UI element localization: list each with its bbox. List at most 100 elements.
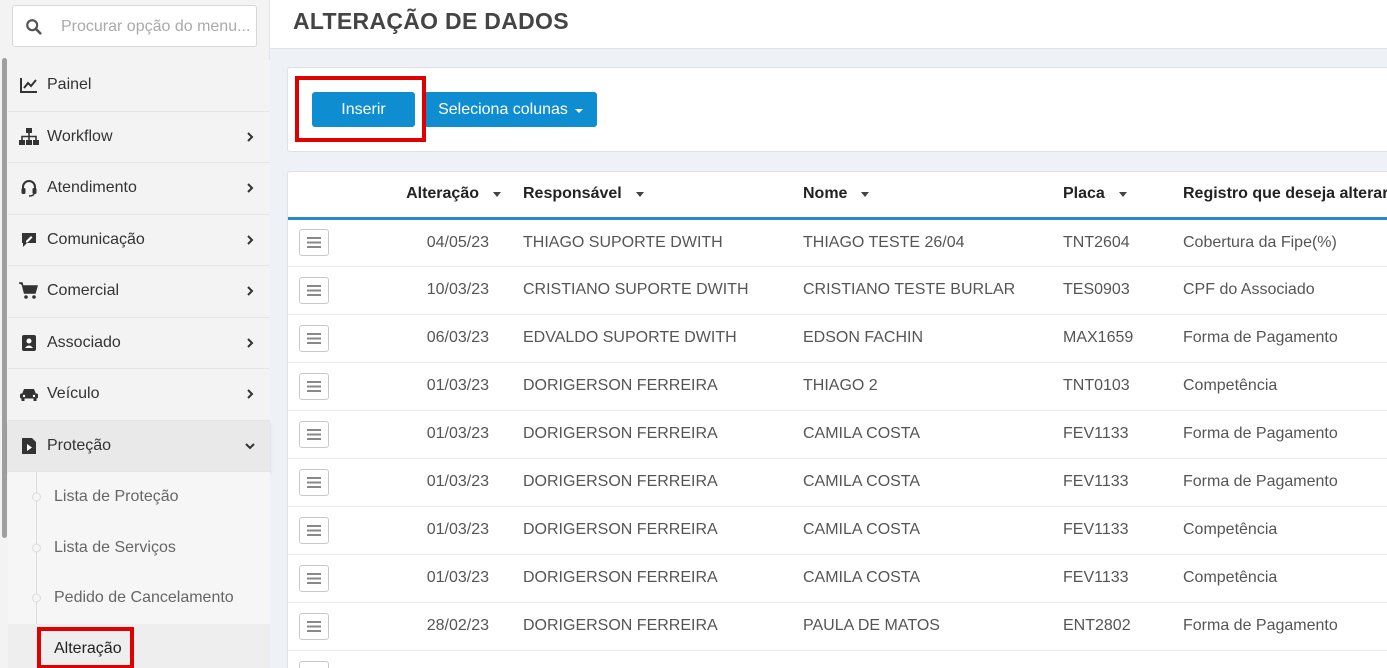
headset-icon — [19, 179, 39, 197]
column-header-label: Registro que deseja alterar — [1183, 185, 1387, 203]
row-actions-cell — [288, 218, 372, 267]
table-row[interactable]: 01/03/23 DORIGERSON FERREIRA THIAGO 2 TNT01… — [288, 362, 1387, 411]
highlight-box — [37, 626, 134, 668]
sidebar-item-protecao[interactable]: Proteção — [8, 420, 270, 472]
sidebar-item-associado[interactable]: Associado — [8, 317, 270, 369]
row-menu-button[interactable] — [299, 516, 329, 544]
cell-responsavel: DORIGERSON FERREIRA — [506, 410, 786, 459]
caret-down-icon — [574, 108, 583, 113]
cell-placa: TNT2604 — [1048, 218, 1168, 267]
data-table-card: Alteração Responsável Nome Placa Registr… — [287, 171, 1387, 668]
sidebar-item-label: Painel — [47, 76, 92, 94]
sidebar-item-atendimento[interactable]: Atendimento — [8, 163, 270, 215]
submenu-item-lista-servicos[interactable]: Lista de Serviços — [8, 523, 270, 574]
row-actions-cell — [288, 650, 372, 668]
table-row[interactable]: 28/02/23 DORIGERSON FERREIRA PAULA DE MATO… — [288, 602, 1387, 651]
sidebar-item-workflow[interactable]: Workflow — [8, 111, 270, 163]
row-menu-button[interactable] — [299, 229, 329, 256]
column-header-placa[interactable]: Placa — [1048, 172, 1168, 220]
cell-alteracao: 06/03/23 — [372, 314, 506, 363]
sidebar-item-comercial[interactable]: Comercial — [8, 266, 270, 318]
row-menu-button[interactable] — [299, 276, 329, 304]
table-row[interactable]: 01/03/23 DORIGERSON FERREIRA CAMILA COSTA F… — [288, 458, 1387, 507]
sort-caret-icon — [1118, 191, 1127, 197]
column-header-nome[interactable]: Nome — [786, 172, 1048, 220]
row-menu-button[interactable] — [299, 372, 329, 400]
table-row[interactable]: 06/03/23 EDVALDO SUPORTE DWITH EDSON FACHI… — [288, 314, 1387, 363]
cell-placa: ENT2802 — [1048, 602, 1168, 651]
sidebar-item-painel[interactable]: Painel — [8, 60, 270, 112]
cell-placa: FEV1133 — [1048, 458, 1168, 507]
hamburger-icon — [307, 476, 321, 488]
cell-alteracao: 01/03/23 — [372, 410, 506, 459]
cell-registro: CPF do Associado — [1168, 266, 1387, 315]
cell-placa — [1048, 650, 1168, 668]
toolbar: Inserir Seleciona colunas — [287, 67, 1387, 152]
cell-placa: FEV1133 — [1048, 506, 1168, 555]
cell-registro: Forma de Pagamento — [1168, 458, 1387, 507]
cell-responsavel: DORIGERSON FERREIRA — [506, 506, 786, 555]
sidebar-scrollbar[interactable] — [0, 58, 8, 538]
table-row[interactable]: 01/03/23 DORIGERSON FERREIRA CAMILA COSTA F… — [288, 506, 1387, 555]
sort-caret-icon — [861, 191, 870, 197]
select-columns-label: Seleciona colunas — [438, 100, 568, 118]
table-header-row: Alteração Responsável Nome Placa Registr… — [288, 172, 1387, 220]
column-header-responsavel[interactable]: Responsável — [506, 172, 786, 220]
row-actions-cell — [288, 458, 372, 507]
hamburger-icon — [307, 620, 321, 632]
cell-responsavel: DORIGERSON FERREIRA — [506, 458, 786, 507]
cell-responsavel: CRISTIANO SUPORTE DWITH — [506, 266, 786, 315]
row-actions-cell — [288, 602, 372, 651]
cell-responsavel: DORIGERSON FERREIRA — [506, 362, 786, 411]
menu-search[interactable] — [12, 5, 257, 47]
insert-button[interactable]: Inserir — [312, 92, 415, 127]
hamburger-icon — [307, 572, 321, 584]
row-menu-button[interactable] — [299, 612, 329, 640]
row-actions-cell — [288, 266, 372, 315]
table-row[interactable] — [288, 650, 1387, 668]
sidebar-scroll-thumb[interactable] — [2, 58, 7, 538]
sidebar-item-label: Comunicação — [47, 230, 145, 248]
data-table: Alteração Responsável Nome Placa Registr… — [288, 172, 1387, 668]
submenu-item-alteracao[interactable]: Alteração — [8, 623, 270, 668]
column-header-label: Alteração — [406, 185, 479, 203]
table-row[interactable]: 10/03/23 CRISTIANO SUPORTE DWITH CRISTIANO… — [288, 266, 1387, 315]
cell-registro: Forma de Pagamento — [1168, 602, 1387, 651]
row-menu-button[interactable] — [299, 660, 329, 668]
table-row[interactable]: 01/03/23 DORIGERSON FERREIRA CAMILA COSTA F… — [288, 410, 1387, 459]
column-header-alteracao[interactable]: Alteração — [372, 172, 506, 220]
cell-placa: MAX1659 — [1048, 314, 1168, 363]
row-menu-button[interactable] — [299, 420, 329, 448]
sort-caret-icon — [635, 191, 644, 197]
cell-nome: THIAGO 2 — [786, 362, 1048, 411]
sidebar-menu: Painel Workflow Atendimento Comunicação … — [8, 60, 270, 668]
cell-placa: FEV1133 — [1048, 554, 1168, 603]
cell-alteracao: 28/02/23 — [372, 602, 506, 651]
hamburger-icon — [307, 428, 321, 440]
cell-nome: EDSON FACHIN — [786, 314, 1048, 363]
cell-responsavel: EDVALDO SUPORTE DWITH — [506, 314, 786, 363]
chevron-right-icon — [247, 132, 254, 142]
cell-nome: CAMILA COSTA — [786, 554, 1048, 603]
search-input[interactable] — [61, 15, 251, 39]
cell-registro: Cobertura da Fipe(%) — [1168, 218, 1387, 267]
sidebar-item-label: Atendimento — [47, 179, 137, 197]
cart-icon — [19, 282, 39, 300]
select-columns-button[interactable]: Seleciona colunas — [424, 92, 597, 127]
table-row[interactable]: 01/03/23 DORIGERSON FERREIRA CAMILA COSTA F… — [288, 554, 1387, 603]
hamburger-icon — [307, 524, 321, 536]
cell-alteracao: 01/03/23 — [372, 506, 506, 555]
sidebar-item-comunicacao[interactable]: Comunicação — [8, 214, 270, 266]
cell-nome: CRISTIANO TESTE BURLAR — [786, 266, 1048, 315]
row-menu-button[interactable] — [299, 468, 329, 496]
cell-nome: PAULA DE MATOS — [786, 602, 1048, 651]
row-menu-button[interactable] — [299, 564, 329, 592]
submenu-item-lista-protecao[interactable]: Lista de Proteção — [8, 472, 270, 523]
submenu-item-pedido-cancelamento[interactable]: Pedido de Cancelamento — [8, 573, 270, 624]
hamburger-icon — [307, 332, 321, 344]
table-row[interactable]: 04/05/23 THIAGO SUPORTE DWITH THIAGO TESTE… — [288, 218, 1387, 267]
row-menu-button[interactable] — [299, 324, 329, 352]
sidebar-item-veiculo[interactable]: Veículo — [8, 369, 270, 421]
column-header-actions — [288, 172, 372, 220]
column-header-registro[interactable]: Registro que deseja alterar — [1168, 172, 1387, 220]
